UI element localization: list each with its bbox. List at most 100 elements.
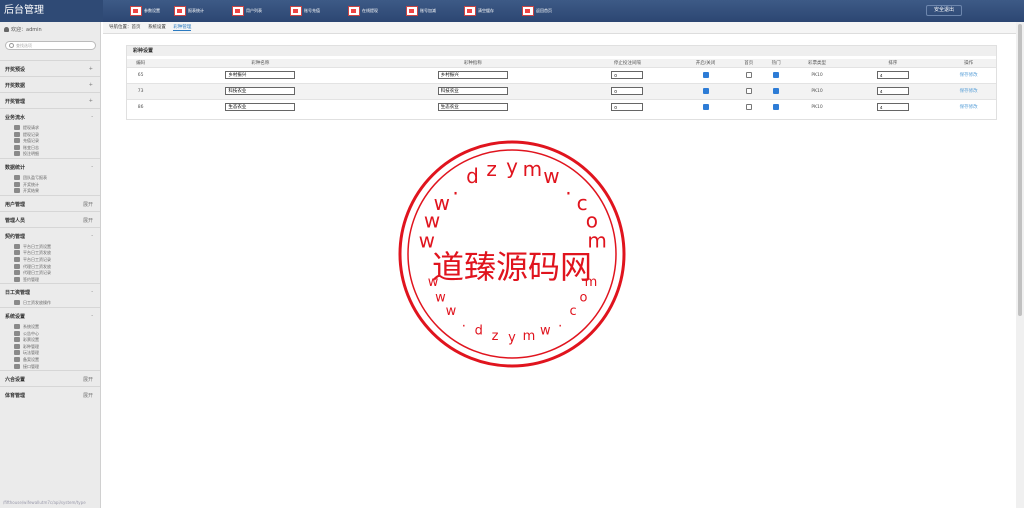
interval-input[interactable] <box>611 71 644 79</box>
cell-hot <box>762 66 790 83</box>
topnav-item-1[interactable]: 报表统计 <box>174 3 204 19</box>
topnav-item-5[interactable]: 账号加减 <box>406 3 436 19</box>
hot-checkbox[interactable] <box>773 71 780 78</box>
sidebar-item[interactable]: 系统设置 <box>14 324 39 330</box>
sidebar-item[interactable]: 签约管理 <box>14 276 39 283</box>
sidebar-toggle[interactable]: + <box>89 82 93 88</box>
sidebar-item[interactable]: 平台日工资记录 <box>14 257 51 263</box>
alias-input[interactable] <box>437 87 508 95</box>
cell-action: 保存修改 <box>941 66 996 83</box>
hot-checkbox[interactable] <box>773 104 780 110</box>
save-link[interactable]: 保存修改 <box>960 73 978 78</box>
cell-id: 73 <box>127 82 155 99</box>
sidebar-divider <box>0 386 100 388</box>
interval-input[interactable] <box>611 103 644 112</box>
sidebar-group-label: 管理人员 <box>5 217 26 224</box>
cell-type: PK10 <box>789 66 845 83</box>
sidebar-group-7[interactable]: 契约管理 - <box>5 233 93 240</box>
home-checkbox[interactable] <box>745 71 752 78</box>
sidebar-group-6[interactable]: 管理人员 展开 <box>5 217 93 224</box>
sidebar-item[interactable]: 提现请求 <box>14 125 39 131</box>
sidebar-toggle[interactable]: 展开 <box>83 217 93 224</box>
interval-input[interactable] <box>611 87 644 95</box>
sort-input[interactable] <box>876 103 909 112</box>
cell-id: 86 <box>127 98 155 115</box>
sidebar-item[interactable]: 投注明细 <box>14 151 39 157</box>
alias-input[interactable] <box>437 103 508 112</box>
sidebar-divider <box>0 307 100 308</box>
sidebar-toggle[interactable]: - <box>91 289 93 295</box>
home-checkbox[interactable] <box>745 104 752 110</box>
sidebar-item[interactable]: 代理日工资记录 <box>14 270 51 276</box>
scrollbar-thumb[interactable] <box>1018 24 1022 316</box>
sidebar-item[interactable]: 公告中心 <box>14 330 39 337</box>
sidebar-group-8[interactable]: 日工资管理 - <box>5 289 93 296</box>
breadcrumb-home[interactable]: 导航位置：首页 <box>109 25 141 30</box>
sidebar-group-11[interactable]: 体育管理 展开 <box>5 392 93 399</box>
sidebar-toggle[interactable]: - <box>91 114 93 120</box>
sidebar-item[interactable]: 提现记录 <box>14 131 39 138</box>
sidebar-item[interactable]: 代理日工资发放 <box>14 263 51 270</box>
sidebar-item[interactable]: 团队盈亏报表 <box>14 175 47 181</box>
column-header: 停止投注间隔 <box>578 59 676 67</box>
topnav-item-0[interactable]: 参数设置 <box>130 3 160 19</box>
sidebar-toggle[interactable]: 展开 <box>83 392 93 399</box>
sidebar-toggle[interactable]: + <box>89 98 93 104</box>
sidebar-item[interactable]: 平台日工资发放 <box>14 250 51 256</box>
sidebar-toggle[interactable]: - <box>91 233 93 239</box>
sidebar-item[interactable]: 备案设置 <box>14 357 39 363</box>
sidebar-item[interactable]: 开奖结果 <box>14 188 39 194</box>
sidebar-item[interactable]: 日工资发放操作 <box>14 300 51 306</box>
hot-checkbox[interactable] <box>773 87 780 94</box>
sidebar-item[interactable]: 充值记录 <box>14 138 39 144</box>
sidebar-group-10[interactable]: 六合设置 展开 <box>5 376 93 383</box>
sidebar-group-2[interactable]: 开奖管理 + <box>5 98 93 105</box>
open-checkbox[interactable] <box>702 104 709 110</box>
logout-button[interactable]: 安全退出 <box>926 5 962 16</box>
sidebar-toggle[interactable]: 展开 <box>83 376 93 383</box>
breadcrumb-system[interactable]: 系统设置 <box>148 25 166 30</box>
nav-icon <box>174 6 186 16</box>
sidebar-item[interactable]: 玩法管理 <box>14 350 39 356</box>
sidebar-item[interactable]: 账变日志 <box>14 144 39 151</box>
search-input[interactable]: 查找选项 <box>5 41 96 50</box>
topnav-item-3[interactable]: 账号充值 <box>290 3 320 19</box>
sidebar-item[interactable]: 彩票设置 <box>14 337 39 343</box>
sort-input[interactable] <box>876 71 909 79</box>
alias-input[interactable] <box>437 71 508 79</box>
open-checkbox[interactable] <box>702 71 709 78</box>
sidebar-item[interactable]: 平台日工资设置 <box>14 243 51 250</box>
topnav-item-7[interactable]: 返回首页 <box>522 3 552 19</box>
stamp-ring-char: m <box>587 229 606 253</box>
welcome-label: 欢迎：admin <box>11 27 42 33</box>
sidebar-group-5[interactable]: 用户管理 展开 <box>5 201 93 208</box>
save-link[interactable]: 保存修改 <box>960 89 978 94</box>
name-input[interactable] <box>225 103 296 112</box>
home-checkbox[interactable] <box>745 87 752 94</box>
sidebar-group-9[interactable]: 系统设置 - <box>5 313 93 320</box>
sidebar-group-label: 系统设置 <box>5 314 26 320</box>
sidebar-item[interactable]: 开奖统计 <box>14 181 39 188</box>
sidebar-toggle[interactable]: 展开 <box>83 201 93 208</box>
sidebar-item[interactable]: 接口管理 <box>14 363 39 370</box>
topnav-item-6[interactable]: 清空缓存 <box>464 3 494 19</box>
topnav-item-4[interactable]: 在线提现 <box>348 3 378 19</box>
breadcrumb-current[interactable]: 彩种管理 <box>173 25 192 31</box>
sidebar-group-4[interactable]: 数据统计 - <box>5 164 93 171</box>
sidebar-group-1[interactable]: 开奖数据 + <box>5 82 93 89</box>
sidebar-toggle[interactable]: + <box>89 66 93 72</box>
sidebar-group-label: 业务流水 <box>5 115 26 121</box>
table-row: 86 PK10 保存修改 <box>127 98 996 115</box>
sort-input[interactable] <box>876 87 909 95</box>
sidebar-group-0[interactable]: 开奖预设 + <box>5 66 93 73</box>
sidebar-toggle[interactable]: - <box>91 313 93 319</box>
sidebar-toggle[interactable]: - <box>91 164 93 170</box>
name-input[interactable] <box>225 71 296 79</box>
name-input[interactable] <box>225 87 296 95</box>
open-checkbox[interactable] <box>702 87 709 94</box>
save-link[interactable]: 保存修改 <box>960 105 978 110</box>
sidebar-group-3[interactable]: 业务流水 - <box>5 114 93 121</box>
sidebar-item[interactable]: 彩种管理 <box>14 343 39 350</box>
topnav-item-2[interactable]: 用户列表 <box>232 3 262 19</box>
cell-type: PK10 <box>789 98 845 115</box>
